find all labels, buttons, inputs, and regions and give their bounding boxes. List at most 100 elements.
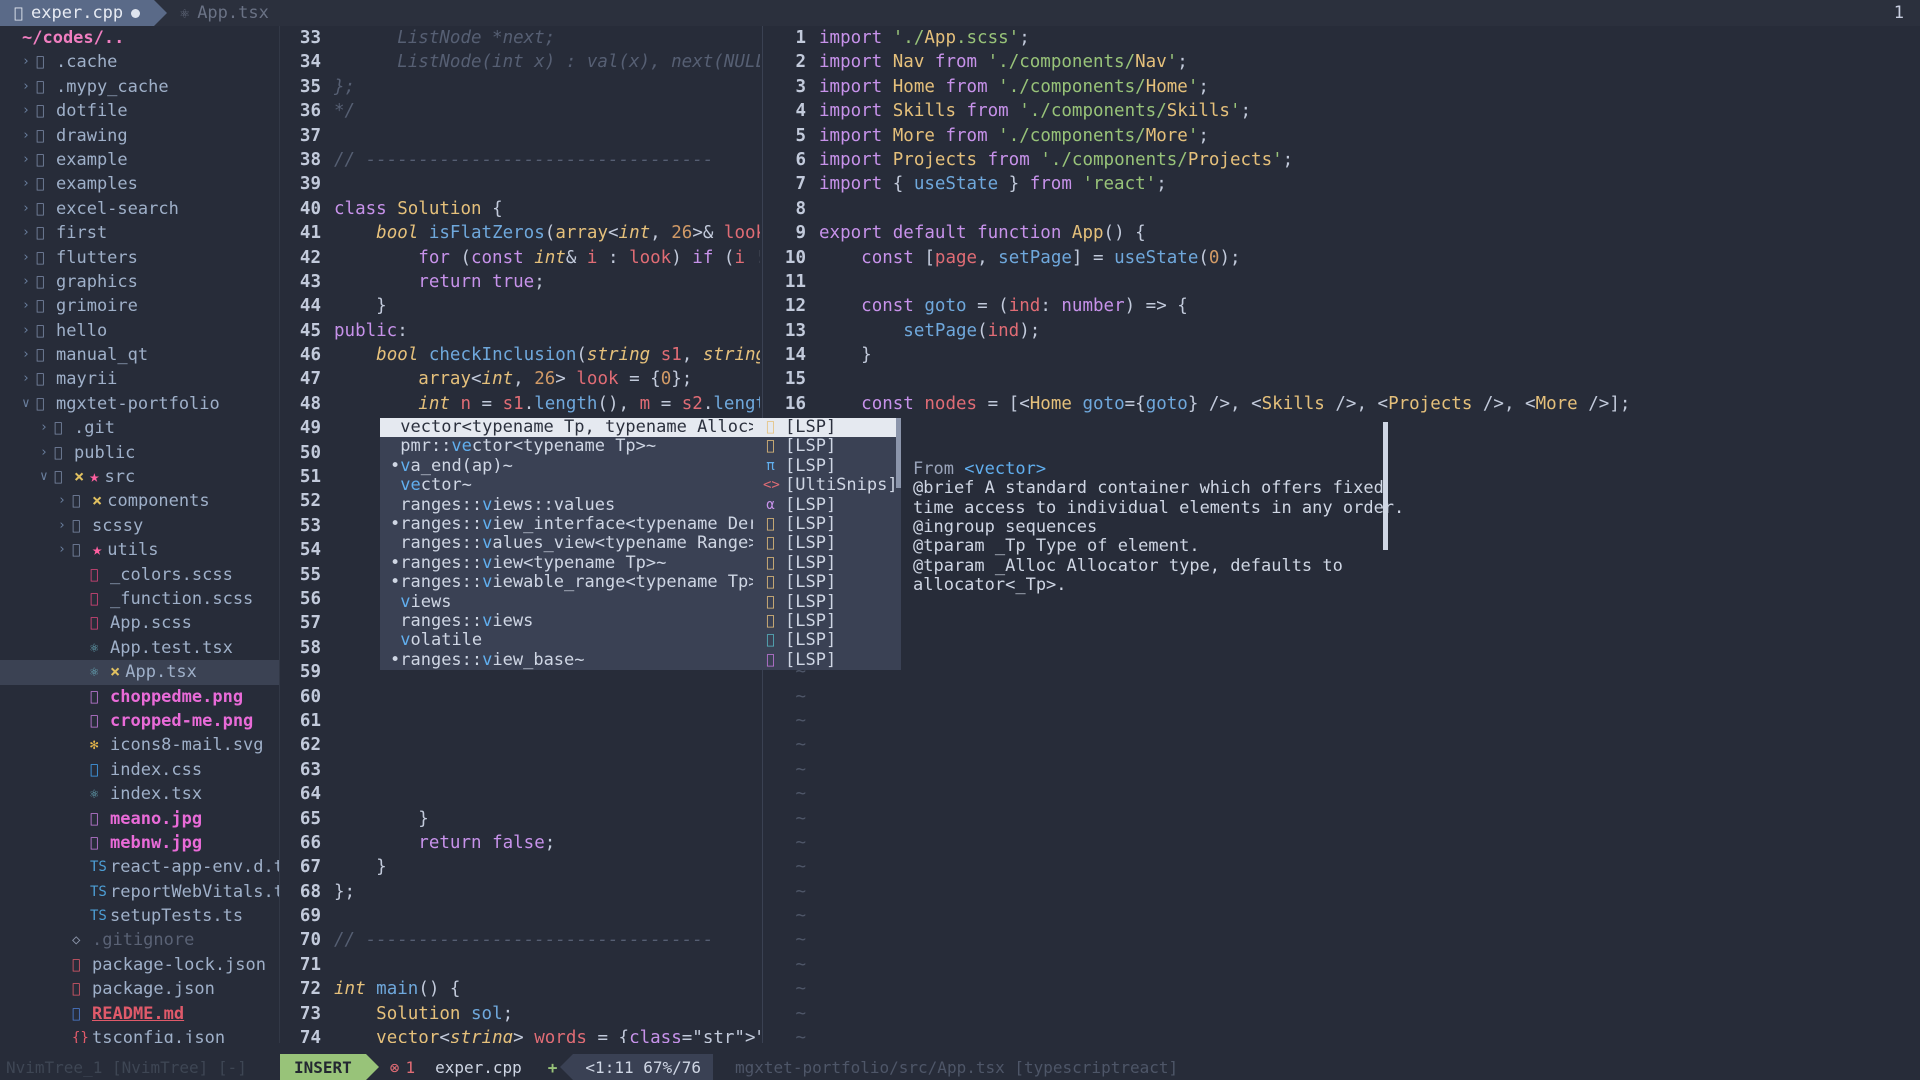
code-line[interactable]: 74 vector<string> words = {class="str">"… (281, 1026, 760, 1043)
expand-arrow-icon[interactable]: › (22, 367, 36, 391)
expand-arrow-icon[interactable]: › (22, 99, 36, 123)
tree-file-tsconfig.json[interactable]: {} tsconfig.json (0, 1026, 279, 1043)
tree-dir-hello[interactable]: ›hello (0, 319, 279, 343)
code-line[interactable]: 64 (281, 782, 760, 806)
tree-dir-dotfile[interactable]: ›dotfile (0, 99, 279, 123)
completion-item[interactable]: •ranges::view_base~  [LSP] (380, 650, 901, 670)
code-line[interactable]: 38 // --------------------------------- (281, 148, 760, 172)
tree-file-_function.scss[interactable]: _function.scss (0, 587, 279, 611)
file-tree-sidebar[interactable]: ~/codes/.. ›.cache›.mypy_cache›dotfil… (0, 26, 280, 1043)
tree-dir-src[interactable]: ∨×★src (0, 465, 279, 489)
completion-item[interactable]: •ranges::view_interface<typename Derived… (380, 514, 901, 534)
expand-arrow-icon[interactable]: › (58, 489, 72, 513)
expand-arrow-icon[interactable]: ∨ (22, 392, 36, 416)
code-line[interactable]: 9 export default function App() { (766, 221, 1920, 245)
tree-file-index.css[interactable]: index.css (0, 758, 279, 782)
code-line[interactable]: 8 (766, 197, 1920, 221)
completion-item[interactable]: •va_end(ap)~ π [LSP] (380, 456, 901, 476)
tree-file-App.scss[interactable]: App.scss (0, 611, 279, 635)
completion-item[interactable]: •ranges::viewable_range<typename Tp>~  [L… (380, 572, 901, 592)
code-line[interactable]: 70 // --------------------------------- (281, 928, 760, 952)
code-line[interactable]: 47 array<int, 26> look = {0}; (281, 367, 760, 391)
expand-arrow-icon[interactable]: › (22, 343, 36, 367)
expand-arrow-icon[interactable]: › (22, 197, 36, 221)
completion-item[interactable]: vector<typename Tp, typename Alloc>~  [LS… (380, 417, 901, 438)
code-line[interactable]: 41 bool isFlatZeros(array<int, 26>& look… (281, 221, 760, 245)
tree-dir-.mypy_cache[interactable]: ›.mypy_cache (0, 75, 279, 99)
code-line[interactable]: 33 ListNode *next; (281, 26, 760, 50)
code-line[interactable]: 14 } (766, 343, 1920, 367)
code-line[interactable]: 68 }; (281, 880, 760, 904)
tree-file-cropped-me.png[interactable]: cropped-me.png (0, 709, 279, 733)
code-line[interactable]: 66 return false; (281, 831, 760, 855)
expand-arrow-icon[interactable]: › (22, 246, 36, 270)
code-line[interactable]: 1 import './App.scss'; (766, 26, 1920, 50)
expand-arrow-icon[interactable]: › (22, 221, 36, 245)
code-line[interactable]: 5 import More from './components/More'; (766, 124, 1920, 148)
tree-dir-mayrii[interactable]: ›mayrii (0, 367, 279, 391)
code-line[interactable]: 44 } (281, 294, 760, 318)
expand-arrow-icon[interactable]: › (22, 124, 36, 148)
completion-item[interactable]: ranges::views::values α [LSP] (380, 495, 901, 515)
tree-dir-excel-search[interactable]: ›excel-search (0, 197, 279, 221)
tree-file-reportWebVitals.ts[interactable]: TS reportWebVitals.ts (0, 880, 279, 904)
code-line[interactable]: 63 (281, 758, 760, 782)
code-line[interactable]: 43 return true; (281, 270, 760, 294)
expand-arrow-icon[interactable]: ∨ (40, 465, 54, 489)
tree-file-icons8-mail.svg[interactable]: ✻ icons8-mail.svg (0, 733, 279, 757)
code-line[interactable]: 35 }; (281, 75, 760, 99)
tree-file-choppedme.png[interactable]: choppedme.png (0, 685, 279, 709)
code-line[interactable]: 73 Solution sol; (281, 1002, 760, 1026)
doc-scroll-thumb[interactable] (1383, 422, 1388, 550)
completion-item[interactable]: ranges::views  [LSP] (380, 611, 901, 631)
tree-file-meano.jpg[interactable]: meano.jpg (0, 807, 279, 831)
expand-arrow-icon[interactable]: › (22, 75, 36, 99)
completion-item[interactable]: pmr::vector<typename Tp>~  [LSP] (380, 436, 901, 456)
code-line[interactable]: 71 (281, 953, 760, 977)
code-line[interactable]: 12 const goto = (ind: number) => { (766, 294, 1920, 318)
tree-dir-grimoire[interactable]: ›grimoire (0, 294, 279, 318)
code-line[interactable]: 65 } (281, 807, 760, 831)
tree-file-index.tsx[interactable]: ⚛ index.tsx (0, 782, 279, 806)
expand-arrow-icon[interactable]: › (22, 148, 36, 172)
tree-file-package.json[interactable]: package.json (0, 977, 279, 1001)
tree-file-App.test.tsx[interactable]: ⚛ App.test.tsx (0, 636, 279, 660)
code-line[interactable]: 60 (281, 685, 760, 709)
completion-item[interactable]: ranges::values_view<typename Range>~  [LS… (380, 533, 901, 553)
tree-dir-public[interactable]: ›public (0, 441, 279, 465)
tree-dir-example[interactable]: ›example (0, 148, 279, 172)
tree-dir-examples[interactable]: ›examples (0, 172, 279, 196)
completion-item[interactable]: vector~ <> [UltiSnips] (380, 475, 901, 495)
completion-popup[interactable]: vector<typename Tp, typename Alloc>~  [LS… (380, 417, 901, 671)
tree-file-mebnw.jpg[interactable]: mebnw.jpg (0, 831, 279, 855)
code-line[interactable]: 4 import Skills from './components/Skill… (766, 99, 1920, 123)
tree-dir-scssy[interactable]: ›scssy (0, 514, 279, 538)
expand-arrow-icon[interactable]: › (22, 319, 36, 343)
code-line[interactable]: 2 import Nav from './components/Nav'; (766, 50, 1920, 74)
tree-file-_colors.scss[interactable]: _colors.scss (0, 563, 279, 587)
code-line[interactable]: 13 setPage(ind); (766, 319, 1920, 343)
code-line[interactable]: 62 (281, 733, 760, 757)
code-line[interactable]: 3 import Home from './components/Home'; (766, 75, 1920, 99)
code-line[interactable]: 45 public: (281, 319, 760, 343)
expand-arrow-icon[interactable]: › (22, 294, 36, 318)
tree-dir-mgxtet-portfolio[interactable]: ∨mgxtet-portfolio (0, 392, 279, 416)
tree-file-package-lock.json[interactable]: package-lock.json (0, 953, 279, 977)
expand-arrow-icon[interactable]: › (58, 514, 72, 538)
tree-file-setupTests.ts[interactable]: TS setupTests.ts (0, 904, 279, 928)
tree-file-App.tsx[interactable]: ⚛ × App.tsx (0, 660, 279, 685)
tab-exper-cpp[interactable]:  exper.cpp (0, 0, 168, 26)
code-line[interactable]: 16 const nodes = [<Home goto={goto} />, … (766, 392, 1920, 416)
tree-dir-graphics[interactable]: ›graphics (0, 270, 279, 294)
code-line[interactable]: 42 for (const int& i : look) if (i != 0)… (281, 246, 760, 270)
tree-dir-drawing[interactable]: ›drawing (0, 124, 279, 148)
tree-dir-components[interactable]: ›×components (0, 489, 279, 513)
completion-item[interactable]: •ranges::view<typename Tp>~  [LSP] (380, 553, 901, 573)
code-line[interactable]: 72 int main() { (281, 977, 760, 1001)
completion-item[interactable]: views  [LSP] (380, 592, 901, 612)
expand-arrow-icon[interactable]: › (40, 416, 54, 440)
code-line[interactable]: 15 (766, 367, 1920, 391)
tree-file-.gitignore[interactable]: ◇ .gitignore (0, 928, 279, 952)
code-line[interactable]: 6 import Projects from './components/Pro… (766, 148, 1920, 172)
tree-dir-flutters[interactable]: ›flutters (0, 246, 279, 270)
